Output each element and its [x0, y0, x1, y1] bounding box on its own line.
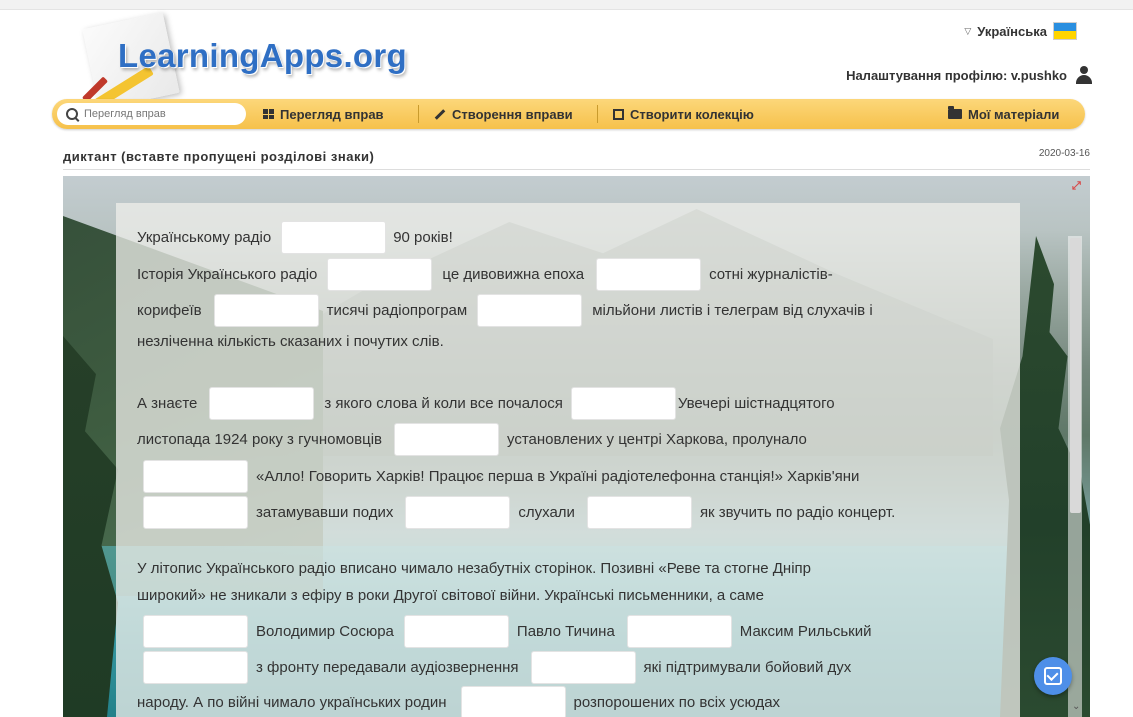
ukraine-flag-icon [1053, 22, 1077, 40]
text-fragment: як звучить по радіо концерт. [699, 504, 896, 521]
text-fragment: листопада 1924 року з гучномовців [137, 431, 382, 448]
scroll-down-arrow-icon[interactable]: ⌄ [1072, 701, 1080, 712]
text-fragment: Володимир Сосюра [256, 623, 394, 640]
text-line: Історія Українського радіо це дивовижна … [137, 258, 833, 291]
nav-my-materials[interactable]: Мої матеріали [948, 99, 1059, 129]
text-line: незліченна кількість сказаних і почутих … [137, 333, 444, 350]
text-line: А знаєте з якого слова й коли все почало… [137, 387, 835, 420]
text-fragment: слухали [518, 504, 575, 521]
text-line: затамувавши подих слухали як звучить по … [137, 496, 895, 529]
blank-drop-field[interactable] [460, 686, 566, 717]
text-fragment: Максим Рильський [739, 623, 872, 640]
scrollbar[interactable] [1068, 236, 1082, 717]
main-navbar: Перегляд вправ Створення вправи Створити… [52, 99, 1085, 129]
text-line: Українському радіо 90 років! [137, 221, 453, 254]
text-fragment: мільйони листів і телеграм від слухачів … [592, 302, 873, 319]
text-fragment: затамувавши подих [256, 504, 394, 521]
text-line: широкий» не зникали з ефіру в роки Друго… [137, 587, 764, 604]
text-panel: Українському радіо 90 років! Історія Укр… [116, 203, 1020, 717]
language-label: Українська [977, 23, 1047, 39]
exercise-date: 2020-03-16 [1038, 148, 1090, 159]
text-fragment: У літопис Українського радіо вписано чим… [137, 560, 811, 577]
user-icon [1075, 66, 1093, 84]
blank-drop-field[interactable] [327, 258, 433, 291]
exercise-frame: ⤢ Українському радіо 90 років! Історія У… [63, 176, 1090, 717]
text-fragment: установлених у центрі Харкова, пролунало [507, 431, 807, 448]
text-fragment: Українському радіо [137, 229, 272, 246]
text-fragment: з фронту передавали аудіозвернення [256, 659, 519, 676]
blank-drop-field[interactable] [403, 615, 509, 648]
blank-drop-field[interactable] [586, 496, 692, 529]
nav-browse-label: Перегляд вправ [280, 106, 384, 122]
dropdown-triangle-icon: ▽ [964, 25, 972, 36]
language-selector[interactable]: ▽ Українська [964, 22, 1077, 40]
search-input[interactable] [82, 107, 236, 121]
text-fragment: це дивовижна епоха [442, 266, 585, 283]
nav-divider [418, 105, 419, 123]
text-line: У літопис Українського радіо вписано чим… [137, 560, 811, 577]
blank-drop-field[interactable] [143, 615, 248, 648]
text-fragment: Павло Тичина [516, 623, 615, 640]
nav-divider [597, 105, 598, 123]
nav-create-exercise[interactable]: Створення вправи [434, 99, 573, 129]
text-fragment: народу. А по війні чимало українських ро… [137, 694, 447, 711]
check-answers-button[interactable] [1034, 657, 1072, 695]
text-line: листопада 1924 року з гучномовців устано… [137, 423, 807, 456]
blank-drop-field[interactable] [213, 294, 319, 327]
grid-icon [263, 109, 274, 119]
text-fragment: сотні журналістів- [709, 266, 833, 283]
blank-drop-field[interactable] [570, 387, 676, 420]
blank-drop-field[interactable] [143, 460, 248, 493]
browser-top-strip [0, 0, 1133, 10]
logo[interactable]: LearningApps.org [78, 12, 408, 110]
nav-create-collection[interactable]: Створити колекцію [613, 99, 754, 129]
text-fragment: А знаєте [137, 395, 198, 412]
text-fragment: Увечері шістнадцятого [677, 395, 835, 412]
blank-drop-field[interactable] [143, 496, 248, 529]
checkmark-icon [1044, 667, 1062, 685]
text-fragment: Історія Українського радіо [137, 266, 318, 283]
text-line: корифеїв тисячі радіопрограм мільйони ли… [137, 294, 873, 327]
title-divider [63, 169, 1090, 170]
text-fragment: «Алло! Говорить Харків! Працює перша в У… [256, 468, 860, 485]
text-fragment: 90 років! [393, 229, 453, 246]
text-fragment: розпорошених по всіх усюдах [573, 694, 781, 711]
text-fragment: які підтримували бойовий дух [643, 659, 852, 676]
nav-materials-label: Мої матеріали [968, 106, 1060, 122]
text-fragment: незліченна кількість сказаних і почутих … [137, 333, 444, 350]
blank-drop-field[interactable] [143, 651, 248, 684]
profile-label: Налаштування профілю: v.pushko [846, 67, 1067, 83]
pencil-icon [434, 108, 446, 120]
text-line: «Алло! Говорить Харків! Працює перша в У… [137, 460, 859, 493]
blank-drop-field[interactable] [626, 615, 732, 648]
nav-create-label: Створення вправи [452, 106, 573, 122]
blank-drop-field[interactable] [281, 221, 387, 254]
blank-drop-field[interactable] [405, 496, 511, 529]
exercise-title: диктант (вставте пропущені розділові зна… [63, 149, 375, 164]
text-fragment: корифеїв [137, 302, 202, 319]
blank-drop-field[interactable] [394, 423, 499, 456]
search-icon [66, 108, 78, 120]
blank-drop-field[interactable] [530, 651, 636, 684]
search-box[interactable] [57, 103, 246, 125]
text-line: з фронту передавали аудіозвернення які п… [137, 651, 851, 684]
profile-settings-link[interactable]: Налаштування профілю: v.pushko [846, 66, 1093, 84]
text-line: Володимир Сосюра Павло Тичина Максим Рил… [137, 615, 871, 648]
nav-collection-label: Створити колекцію [630, 106, 754, 122]
fullscreen-icon[interactable]: ⤢ [1072, 180, 1084, 192]
text-fragment: тисячі радіопрограм [326, 302, 468, 319]
folder-icon [948, 106, 962, 119]
scrollbar-thumb[interactable] [1070, 238, 1081, 513]
blank-drop-field[interactable] [596, 258, 702, 291]
blank-drop-field[interactable] [209, 387, 315, 420]
text-fragment: широкий» не зникали з ефіру в роки Друго… [137, 587, 764, 604]
blank-drop-field[interactable] [477, 294, 583, 327]
text-fragment: з якого слова й коли все почалося [324, 395, 563, 412]
text-line: народу. А по війні чимало українських ро… [137, 686, 780, 717]
logo-text: LearningApps.org [118, 37, 407, 74]
collection-icon [613, 108, 624, 120]
nav-browse-exercises[interactable]: Перегляд вправ [263, 99, 384, 129]
